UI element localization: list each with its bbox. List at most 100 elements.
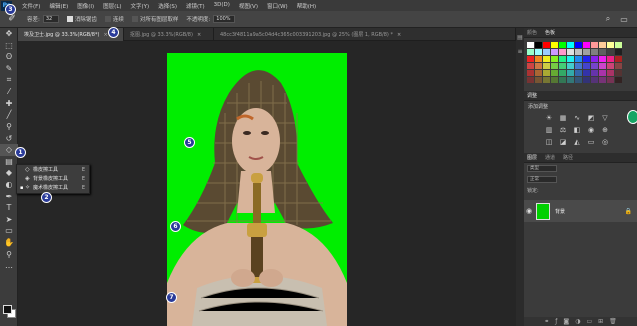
magic-eraser-tool-preset-icon[interactable]: ✐ <box>5 13 19 25</box>
move-tool-icon[interactable]: ✥ <box>0 28 18 40</box>
tolerance-input[interactable]: 32 <box>42 15 59 23</box>
black-white-icon[interactable]: ◧ <box>572 125 582 134</box>
color-swatch[interactable] <box>583 63 590 69</box>
quick-select-tool-icon[interactable]: ✎ <box>0 63 18 75</box>
color-swatch[interactable] <box>591 63 598 69</box>
hand-tool-icon[interactable]: ✋ <box>0 237 18 249</box>
color-swatch[interactable] <box>583 56 590 62</box>
clone-stamp-tool-icon[interactable]: ⚲ <box>0 121 18 133</box>
color-swatch[interactable] <box>591 56 598 62</box>
brightness-icon[interactable]: ☀ <box>544 113 554 122</box>
tab-swatches[interactable]: 色板 <box>545 29 555 36</box>
color-swatch[interactable] <box>599 63 606 69</box>
color-swatch[interactable] <box>527 49 534 55</box>
color-swatch[interactable] <box>551 56 558 62</box>
color-swatch[interactable] <box>599 42 606 48</box>
color-swatch[interactable] <box>607 42 614 48</box>
exposure-icon[interactable]: ◩ <box>586 113 596 122</box>
layer-row-background[interactable]: ◉ 背景 🔒 <box>524 200 637 222</box>
color-swatch[interactable] <box>543 77 550 83</box>
contiguous-checkbox[interactable] <box>104 16 111 22</box>
color-swatch[interactable] <box>559 49 566 55</box>
color-swatch[interactable] <box>567 42 574 48</box>
menu-edit[interactable]: 编辑(E) <box>49 2 68 10</box>
curves-icon[interactable]: ∿ <box>572 113 582 122</box>
color-swatch[interactable] <box>559 70 566 76</box>
color-swatch[interactable] <box>607 77 614 83</box>
color-swatch[interactable] <box>527 77 534 83</box>
sample-all-layers-checkbox[interactable] <box>131 16 138 22</box>
color-swatch[interactable] <box>559 77 566 83</box>
more-tools-icon[interactable]: … <box>0 260 18 272</box>
color-swatch[interactable] <box>551 49 558 55</box>
menu-image[interactable]: 图像(I) <box>77 2 94 10</box>
color-swatch[interactable] <box>535 42 542 48</box>
color-swatch[interactable] <box>615 77 622 83</box>
marquee-tool-icon[interactable]: ⬚ <box>0 40 18 52</box>
zoom-tool-icon[interactable]: ⚲ <box>0 248 18 260</box>
color-swatch[interactable] <box>607 63 614 69</box>
foreground-color-swatch[interactable] <box>3 305 12 314</box>
eyedropper-tool-icon[interactable]: ⁄ <box>0 86 18 98</box>
color-swatch[interactable] <box>543 49 550 55</box>
close-icon[interactable]: × <box>103 32 107 38</box>
healing-brush-tool-icon[interactable]: ✚ <box>0 98 18 110</box>
photo-filter-icon[interactable]: ◉ <box>586 125 596 134</box>
channel-mixer-icon[interactable]: ⊕ <box>600 125 610 134</box>
blend-mode-select[interactable]: 正常 <box>527 176 557 183</box>
color-swatch[interactable] <box>591 49 598 55</box>
color-swatch[interactable] <box>567 63 574 69</box>
color-swatch[interactable] <box>615 70 622 76</box>
invert-icon[interactable]: ◫ <box>544 137 554 146</box>
trash-icon[interactable]: 🗑 <box>609 318 617 325</box>
color-swatch[interactable] <box>543 42 550 48</box>
color-swatch[interactable] <box>527 63 534 69</box>
menu-help[interactable]: 帮助(H) <box>297 2 316 10</box>
properties-panel-icon[interactable]: ≡ <box>516 46 524 56</box>
color-swatch[interactable] <box>567 70 574 76</box>
color-swatch[interactable] <box>591 70 598 76</box>
color-swatch[interactable] <box>615 42 622 48</box>
color-swatch[interactable] <box>527 56 534 62</box>
color-swatch[interactable] <box>599 70 606 76</box>
color-swatch[interactable] <box>583 49 590 55</box>
color-swatch[interactable] <box>591 77 598 83</box>
color-swatch[interactable] <box>607 49 614 55</box>
color-swatch[interactable] <box>559 63 566 69</box>
color-swatch[interactable] <box>575 70 582 76</box>
type-tool-icon[interactable]: T <box>0 202 18 214</box>
color-swatch[interactable] <box>551 63 558 69</box>
posterize-icon[interactable]: ◪ <box>558 137 568 146</box>
brush-tool-icon[interactable]: ╱ <box>0 109 18 121</box>
color-swatch[interactable] <box>535 49 542 55</box>
lasso-tool-icon[interactable]: ʘ <box>0 51 18 63</box>
path-select-tool-icon[interactable]: ➤ <box>0 214 18 226</box>
color-swatch[interactable] <box>567 77 574 83</box>
color-balance-icon[interactable]: ⚖ <box>558 125 568 134</box>
flyout-item-magic-eraser[interactable]: ▪ ✧ 魔术橡皮擦工具 E <box>17 183 89 192</box>
selective-color-icon[interactable]: ◎ <box>600 137 610 146</box>
color-swatch[interactable] <box>527 70 534 76</box>
color-swatch[interactable] <box>567 56 574 62</box>
layer-kind-select[interactable]: 类型 <box>527 165 557 172</box>
menu-3d[interactable]: 3D(D) <box>214 2 230 10</box>
color-swatch[interactable] <box>559 56 566 62</box>
gradient-map-icon[interactable]: ▭ <box>586 137 596 146</box>
group-icon[interactable]: ▭ <box>586 318 592 325</box>
color-swatch[interactable] <box>599 56 606 62</box>
shape-tool-icon[interactable]: ▭ <box>0 225 18 237</box>
fx-icon[interactable]: ƒ <box>555 318 557 325</box>
color-swatch[interactable] <box>543 56 550 62</box>
color-swatch[interactable] <box>607 56 614 62</box>
color-swatch[interactable] <box>543 70 550 76</box>
opacity-input[interactable]: 100% <box>213 15 236 23</box>
color-swatch[interactable] <box>535 70 542 76</box>
color-swatch[interactable] <box>527 42 534 48</box>
color-swatch[interactable] <box>575 49 582 55</box>
document-image[interactable] <box>167 53 347 326</box>
visibility-eye-icon[interactable]: ◉ <box>524 207 534 215</box>
menu-view[interactable]: 视图(V) <box>239 2 258 10</box>
color-swatch[interactable] <box>591 42 598 48</box>
workspace-icon[interactable]: ▭ <box>619 14 629 24</box>
adjustment-layer-icon[interactable]: ◑ <box>575 318 580 325</box>
